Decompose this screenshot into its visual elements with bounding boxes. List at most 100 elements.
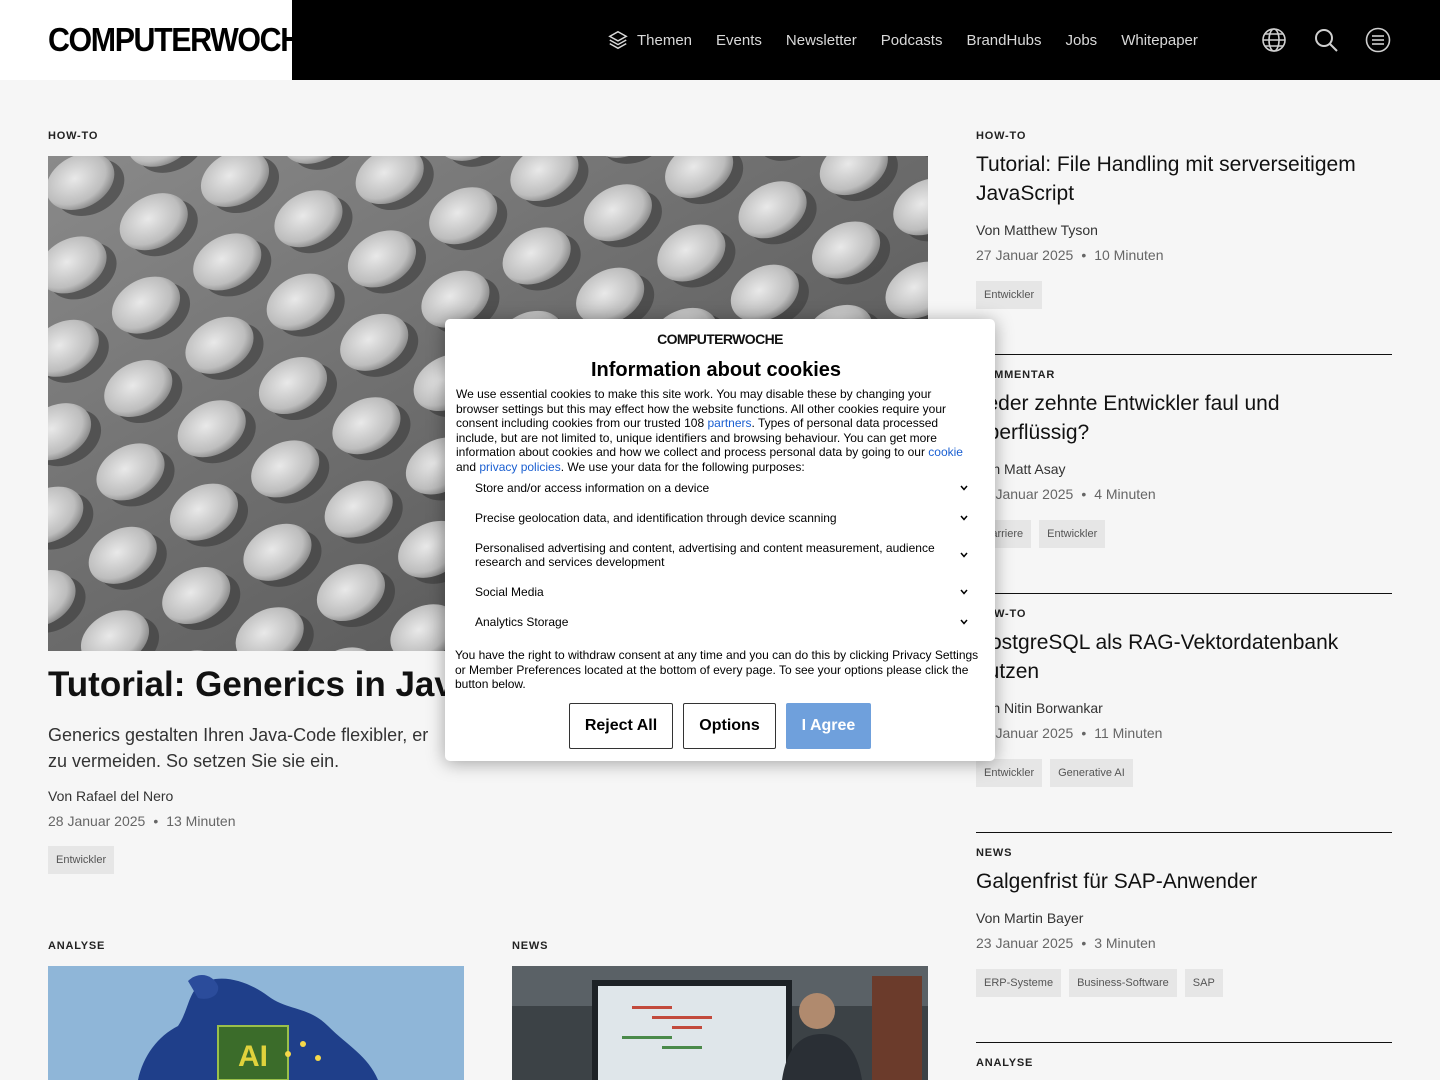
article-title[interactable]: Galgenfrist für SAP-Anwender — [976, 867, 1392, 896]
article-tags: ERP-Systeme Business-Software SAP — [976, 969, 1392, 997]
nav-jobs[interactable]: Jobs — [1066, 32, 1098, 49]
card-image-office-monitor[interactable] — [512, 966, 928, 1080]
nav-label: Jobs — [1065, 31, 1098, 49]
article-byline[interactable]: Von Martin Bayer — [976, 910, 1392, 926]
purpose-label: Store and/or access information on a dev… — [475, 481, 710, 495]
tag-chip[interactable]: Entwickler — [976, 281, 1043, 309]
nav-events[interactable]: Events — [716, 32, 762, 49]
hero-kicker: HOW-TO — [48, 130, 99, 142]
sidebar-article: HOW-TO Tutorial: File Handling mit serve… — [976, 130, 1392, 309]
article-meta: 23 Januar 2025 • 3 Minuten — [976, 935, 1392, 951]
nav-label: Whitepaper — [1121, 31, 1198, 49]
dialog-title: Information about cookies — [590, 359, 842, 381]
article-kicker: KOMMENTAR — [976, 369, 1056, 381]
main-nav: Themen Events Newsletter Podcasts BrandH… — [607, 0, 1222, 80]
purpose-geolocation[interactable]: Precise geolocation data, and identifica… — [475, 511, 969, 525]
reject-all-button[interactable]: Reject All — [569, 703, 673, 749]
article-meta: 27 Januar 2025 • 10 Minuten — [976, 247, 1392, 263]
nav-themen[interactable]: Themen — [607, 29, 692, 51]
divider — [976, 832, 1392, 833]
purpose-social-media[interactable]: Social Media — [475, 585, 969, 599]
nav-label: Podcasts — [880, 31, 943, 49]
article-tags: Entwickler Generative AI — [976, 759, 1392, 787]
article-title[interactable]: Jeder zehnte Entwickler faul und überflü… — [976, 389, 1392, 447]
nav-brandhubs[interactable]: BrandHubs — [966, 32, 1041, 49]
article-byline[interactable]: Von Matt Asay — [976, 461, 1392, 477]
nav-label: Events — [716, 31, 762, 49]
chevron-down-icon — [960, 485, 968, 491]
tag-chip[interactable]: Entwickler — [1039, 520, 1106, 548]
layers-icon — [608, 30, 628, 50]
hero-byline[interactable]: Von Rafael del Nero — [48, 788, 173, 804]
description-text: . We use your data for the following pur… — [560, 459, 805, 474]
article-meta: 24 Januar 2025 • 11 Minuten — [976, 725, 1392, 741]
sidebar-article: HOW-TO PostgreSQL als RAG-Vektordatenban… — [976, 608, 1392, 787]
cookie-policy-link[interactable]: cookie — [928, 445, 963, 459]
article-tags: Entwickler — [976, 281, 1392, 309]
divider — [976, 1042, 1392, 1043]
tag-chip[interactable]: ERP-Systeme — [976, 969, 1062, 997]
purpose-label: Personalised advertising and content, ad… — [475, 541, 935, 569]
separator-dot: • — [1081, 486, 1087, 502]
chevron-down-icon — [960, 619, 968, 625]
search-icon[interactable] — [1312, 26, 1340, 54]
divider — [976, 354, 1392, 355]
chevron-down-icon — [960, 552, 968, 558]
description-text: and — [456, 459, 480, 474]
article-read-time: 11 Minuten — [1094, 725, 1163, 741]
logo-link[interactable]: COMPUTERWOCHE — [0, 0, 321, 80]
purpose-label: Analytics Storage — [475, 615, 569, 629]
nav-whitepaper[interactable]: Whitepaper — [1121, 32, 1198, 49]
site-logo: COMPUTERWOCHE — [48, 21, 321, 58]
article-kicker: HOW-TO — [976, 608, 1027, 620]
hero-read-time: 13 Minuten — [166, 813, 236, 829]
nav-newsletter[interactable]: Newsletter — [786, 32, 857, 49]
tag-chip[interactable]: Generative AI — [1050, 759, 1133, 787]
cookie-consent-dialog: COMPUTERWOCHE Information about cookies … — [445, 319, 995, 761]
article-title[interactable]: Tutorial: File Handling mit serverseitig… — [976, 150, 1392, 208]
tag-chip[interactable]: Business-Software — [1069, 969, 1177, 997]
purpose-analytics-storage[interactable]: Analytics Storage — [475, 615, 969, 629]
hero-meta: 28 Januar 2025 • 13 Minuten — [48, 813, 236, 829]
nav-label: BrandHubs — [966, 31, 1042, 49]
card-kicker: NEWS — [512, 940, 549, 952]
site-header: COMPUTERWOCHE Themen Events Newsletter P… — [0, 0, 1440, 80]
chevron-down-icon — [960, 515, 968, 521]
svg-text:AI: AI — [238, 1040, 268, 1073]
purpose-personalised-ads[interactable]: Personalised advertising and content, ad… — [475, 541, 969, 569]
tag-chip[interactable]: Entwickler — [976, 759, 1043, 787]
partners-link[interactable]: partners — [707, 416, 751, 430]
nav-podcasts[interactable]: Podcasts — [881, 32, 943, 49]
purpose-store-access[interactable]: Store and/or access information on a dev… — [475, 481, 969, 495]
article-kicker: HOW-TO — [976, 130, 1027, 142]
purpose-label: Social Media — [475, 585, 544, 599]
article-read-time: 4 Minuten — [1094, 486, 1156, 502]
article-tags: Karriere Entwickler — [976, 520, 1392, 548]
chevron-down-icon — [960, 589, 968, 595]
dialog-description: We use essential cookies to make this si… — [456, 387, 976, 474]
divider — [976, 593, 1392, 594]
card-image-eu-map[interactable]: AI — [48, 966, 464, 1080]
hero-title[interactable]: Tutorial: Generics in Java — [48, 665, 473, 705]
purpose-label: Precise geolocation data, and identifica… — [475, 511, 837, 525]
dialog-logo: COMPUTERWOCHE — [657, 331, 783, 347]
tag-chip[interactable]: Entwickler — [48, 846, 115, 874]
card-kicker: ANALYSE — [48, 940, 106, 952]
i-agree-button[interactable]: I Agree — [786, 703, 871, 749]
menu-icon[interactable] — [1364, 26, 1392, 54]
globe-icon[interactable] — [1260, 26, 1288, 54]
nav-label: Themen — [637, 31, 693, 49]
sidebar-article: NEWS Galgenfrist für SAP-Anwender Von Ma… — [976, 847, 1392, 997]
options-button[interactable]: Options — [683, 703, 776, 749]
article-byline[interactable]: Von Matthew Tyson — [976, 222, 1392, 238]
article-read-time: 10 Minuten — [1094, 247, 1164, 263]
separator-dot: • — [1081, 935, 1087, 951]
article-read-time: 3 Minuten — [1094, 935, 1156, 951]
article-byline[interactable]: Von Nitin Borwankar — [976, 700, 1392, 716]
privacy-policy-link[interactable]: privacy policies — [479, 460, 560, 474]
article-title[interactable]: PostgreSQL als RAG-Vektordatenbank nutze… — [976, 628, 1392, 686]
article-kicker: ANALYSE — [976, 1057, 1034, 1069]
tag-chip[interactable]: SAP — [1184, 969, 1223, 997]
separator-dot: • — [1081, 725, 1087, 741]
separator-dot: • — [153, 813, 159, 829]
